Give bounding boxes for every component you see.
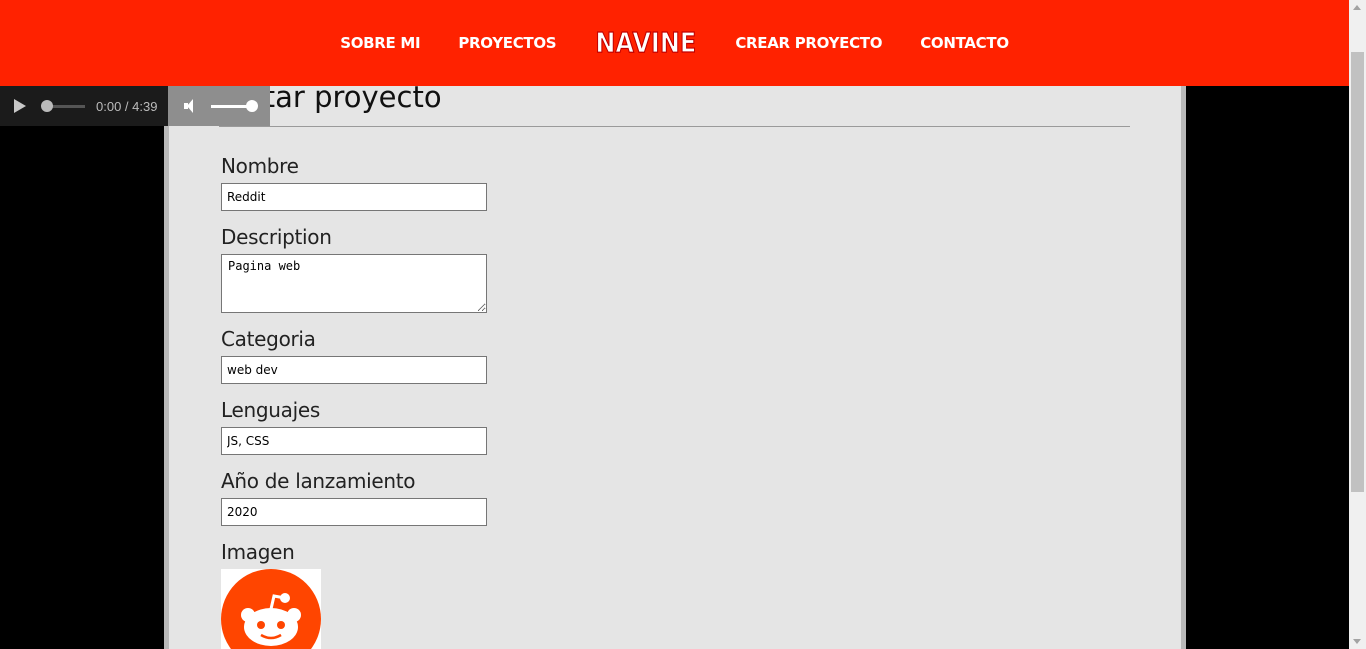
scroll-up-icon[interactable] (1353, 5, 1361, 10)
project-image (221, 569, 321, 649)
description-textarea[interactable]: Pagina web (221, 254, 487, 313)
scroll-thumb[interactable] (1351, 52, 1364, 492)
site-logo[interactable]: NAVINE (595, 26, 697, 59)
volume-knob[interactable] (246, 99, 258, 112)
nav-link-proyectos[interactable]: PROYECTOS (458, 34, 556, 52)
lenguajes-label: Lenguajes (221, 398, 320, 422)
page-scrollbar[interactable] (1349, 0, 1366, 649)
nav-link-sobre-mi[interactable]: SOBRE MI (340, 34, 420, 52)
anio-input[interactable] (221, 498, 487, 526)
reddit-logo-icon (221, 569, 321, 649)
title-divider (219, 126, 1130, 127)
scroll-down-icon[interactable] (1353, 639, 1361, 644)
nombre-input[interactable] (221, 183, 487, 211)
imagen-label: Imagen (221, 540, 295, 564)
anio-label: Año de lanzamiento (221, 469, 416, 493)
audio-player: 0:00 / 4:39 (0, 86, 270, 126)
lenguajes-input[interactable] (221, 427, 487, 455)
volume-icon[interactable] (184, 98, 200, 114)
categoria-input[interactable] (221, 356, 487, 384)
nav-link-crear-proyecto[interactable]: CREAR PROYECTO (735, 34, 882, 52)
volume-area (168, 86, 270, 126)
play-icon[interactable] (14, 99, 26, 113)
content-panel: Editar proyecto Nombre Description Pagin… (164, 0, 1186, 649)
volume-slider[interactable] (211, 99, 258, 112)
seek-knob[interactable] (41, 99, 53, 112)
top-navbar: SOBRE MI PROYECTOS NAVINE CREAR PROYECTO… (0, 0, 1349, 86)
nav-link-contacto[interactable]: CONTACTO (920, 34, 1009, 52)
categoria-label: Categoria (221, 327, 316, 351)
audio-time: 0:00 / 4:39 (96, 98, 158, 114)
nombre-label: Nombre (221, 154, 299, 178)
description-label: Description (221, 225, 332, 249)
audio-seek-bar[interactable] (41, 99, 85, 112)
